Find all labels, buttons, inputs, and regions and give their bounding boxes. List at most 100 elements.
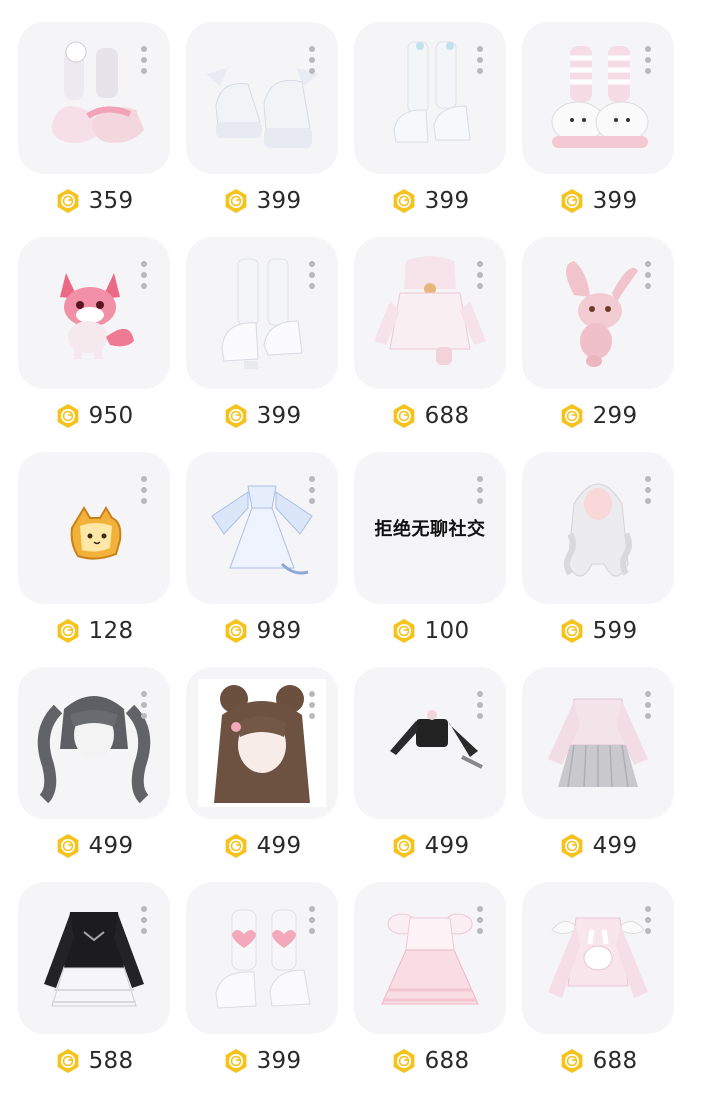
- black-frilly-dress-icon: [30, 894, 158, 1022]
- black-crop-top-icon: [366, 679, 494, 807]
- more-options-icon[interactable]: [644, 691, 652, 727]
- price-tag: 128: [18, 615, 170, 647]
- more-options-icon[interactable]: [644, 906, 652, 942]
- item-thumbnail-card[interactable]: [18, 882, 170, 1034]
- more-options-icon[interactable]: [308, 261, 316, 297]
- coin-icon: [393, 404, 414, 428]
- price-value: 588: [88, 1048, 134, 1074]
- item-card[interactable]: 950: [18, 237, 170, 452]
- more-options-icon[interactable]: [476, 476, 484, 512]
- item-card[interactable]: 588: [18, 882, 170, 1097]
- item-card[interactable]: 399: [186, 22, 338, 237]
- coin-icon: [57, 1049, 78, 1073]
- price-tag: 688: [522, 1045, 674, 1077]
- item-thumbnail-card[interactable]: [522, 452, 674, 604]
- item-thumbnail-card[interactable]: [522, 237, 674, 389]
- blue-fairy-dress-icon: [198, 464, 326, 592]
- price-value: 100: [424, 618, 470, 644]
- more-options-icon[interactable]: [140, 906, 148, 942]
- pink-sailor-skirt-icon: [534, 679, 662, 807]
- item-thumbnail-card[interactable]: [186, 452, 338, 604]
- price-tag: 499: [186, 830, 338, 862]
- item-card[interactable]: 299: [522, 237, 674, 452]
- item-thumbnail-card[interactable]: [18, 667, 170, 819]
- price-value: 359: [88, 188, 134, 214]
- item-thumbnail-card[interactable]: [354, 237, 506, 389]
- more-options-icon[interactable]: [308, 476, 316, 512]
- item-card[interactable]: 399: [354, 22, 506, 237]
- item-thumbnail-card[interactable]: [186, 882, 338, 1034]
- white-lace-boots-icon: [198, 249, 326, 377]
- more-options-icon[interactable]: [140, 261, 148, 297]
- coin-icon: [561, 404, 582, 428]
- item-card[interactable]: 599: [522, 452, 674, 667]
- price-value: 499: [592, 833, 638, 859]
- more-options-icon[interactable]: [308, 46, 316, 82]
- price-tag: 688: [354, 400, 506, 432]
- item-card[interactable]: 499: [186, 667, 338, 882]
- more-options-icon[interactable]: [476, 46, 484, 82]
- item-thumbnail-card[interactable]: [186, 237, 338, 389]
- more-options-icon[interactable]: [644, 476, 652, 512]
- more-options-icon[interactable]: [308, 906, 316, 942]
- item-thumbnail-card[interactable]: [522, 667, 674, 819]
- price-tag: 950: [18, 400, 170, 432]
- item-thumbnail-card[interactable]: [18, 452, 170, 604]
- price-value: 399: [256, 188, 302, 214]
- price-tag: 588: [18, 1045, 170, 1077]
- more-options-icon[interactable]: [476, 261, 484, 297]
- item-card[interactable]: 399: [522, 22, 674, 237]
- price-value: 989: [256, 618, 302, 644]
- coin-icon: [393, 619, 414, 643]
- coin-icon: [561, 1049, 582, 1073]
- item-card[interactable]: 989: [186, 452, 338, 667]
- price-tag: 499: [18, 830, 170, 862]
- item-card[interactable]: 128: [18, 452, 170, 667]
- more-options-icon[interactable]: [644, 261, 652, 297]
- item-card[interactable]: 499: [354, 667, 506, 882]
- coin-icon: [225, 1049, 246, 1073]
- more-options-icon[interactable]: [140, 46, 148, 82]
- item-thumbnail-card[interactable]: [522, 22, 674, 174]
- price-value: 688: [592, 1048, 638, 1074]
- thumbnail-text: 拒绝无聊社交: [374, 519, 486, 540]
- long-white-curly-hair-icon: [534, 464, 662, 592]
- item-card[interactable]: 688: [354, 237, 506, 452]
- item-card[interactable]: 399: [186, 237, 338, 452]
- cat-toast-icon: [30, 464, 158, 592]
- heart-boots-icon: [198, 894, 326, 1022]
- more-options-icon[interactable]: [308, 691, 316, 727]
- item-thumbnail-card[interactable]: [18, 22, 170, 174]
- item-thumbnail-card[interactable]: [186, 667, 338, 819]
- more-options-icon[interactable]: [644, 46, 652, 82]
- price-value: 499: [424, 833, 470, 859]
- more-options-icon[interactable]: [140, 691, 148, 727]
- coin-icon: [393, 834, 414, 858]
- item-card[interactable]: 399: [186, 882, 338, 1097]
- item-thumbnail-card[interactable]: [186, 22, 338, 174]
- price-value: 399: [424, 188, 470, 214]
- more-options-icon[interactable]: [476, 691, 484, 727]
- item-thumbnail-card[interactable]: [354, 882, 506, 1034]
- price-value: 128: [88, 618, 134, 644]
- coin-icon: [393, 189, 414, 213]
- item-thumbnail-card[interactable]: [18, 237, 170, 389]
- item-thumbnail-card[interactable]: [354, 22, 506, 174]
- item-card[interactable]: 688: [522, 882, 674, 1097]
- kitty-slipper-socks-icon: [534, 34, 662, 162]
- grey-twin-tails-hair-icon: [30, 679, 158, 807]
- item-card[interactable]: 359: [18, 22, 170, 237]
- item-card[interactable]: 499: [18, 667, 170, 882]
- item-thumbnail-card[interactable]: 拒绝无聊社交: [354, 452, 506, 604]
- price-tag: 599: [522, 615, 674, 647]
- item-card[interactable]: 拒绝无聊社交 100: [354, 452, 506, 667]
- price-value: 950: [88, 403, 134, 429]
- price-tag: 499: [522, 830, 674, 862]
- item-card[interactable]: 499: [522, 667, 674, 882]
- item-card[interactable]: 688: [354, 882, 506, 1097]
- item-thumbnail-card[interactable]: [354, 667, 506, 819]
- item-thumbnail-card[interactable]: [522, 882, 674, 1034]
- coin-icon: [225, 189, 246, 213]
- more-options-icon[interactable]: [476, 906, 484, 942]
- more-options-icon[interactable]: [140, 476, 148, 512]
